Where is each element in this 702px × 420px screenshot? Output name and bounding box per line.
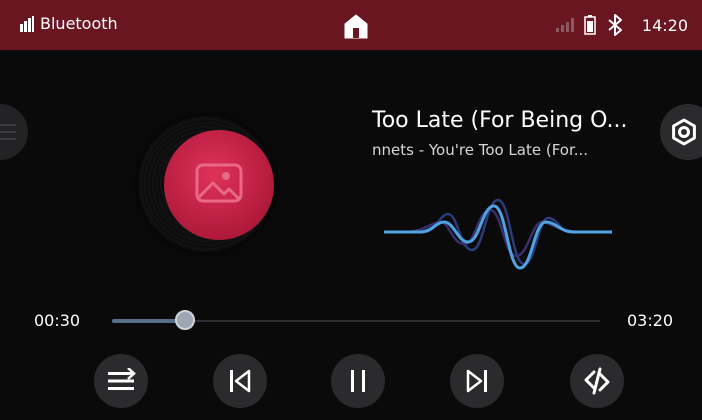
album-art[interactable]	[164, 130, 274, 240]
clock: 14:20	[641, 15, 688, 35]
total-time: 03:20	[627, 311, 674, 330]
previous-icon	[230, 369, 251, 393]
track-title: Too Late (For Being O...	[372, 108, 628, 133]
pause-icon	[351, 370, 365, 392]
track-artist: nnets - You're Too Late (For...	[372, 141, 589, 159]
playlist-icon	[108, 368, 136, 390]
source-label: Bluetooth	[40, 14, 118, 33]
next-button[interactable]	[450, 354, 504, 408]
status-icons: 14:20	[555, 14, 688, 36]
image-placeholder-icon	[195, 163, 243, 203]
audio-waveform	[384, 198, 612, 270]
battery-icon	[584, 15, 596, 35]
shuffle-button[interactable]	[570, 354, 624, 408]
settings-button[interactable]	[660, 104, 702, 160]
shuffle-icon	[584, 367, 610, 395]
source-indicator[interactable]: Bluetooth	[20, 14, 118, 33]
cell-signal-icon	[555, 18, 574, 32]
menu-button[interactable]	[0, 104, 28, 160]
status-bar: Bluetooth 14:20	[0, 0, 702, 50]
previous-button[interactable]	[213, 354, 267, 408]
home-icon[interactable]	[343, 13, 369, 39]
settings-icon	[672, 118, 696, 146]
signal-bars-icon	[20, 15, 34, 32]
playlist-button[interactable]	[94, 354, 148, 408]
pause-button[interactable]	[331, 354, 385, 408]
menu-icon	[0, 124, 16, 140]
progress-knob[interactable]	[175, 310, 196, 330]
bluetooth-icon	[608, 14, 622, 36]
current-time: 00:30	[34, 311, 81, 330]
next-icon	[466, 369, 487, 393]
progress-bar[interactable]	[112, 310, 600, 330]
